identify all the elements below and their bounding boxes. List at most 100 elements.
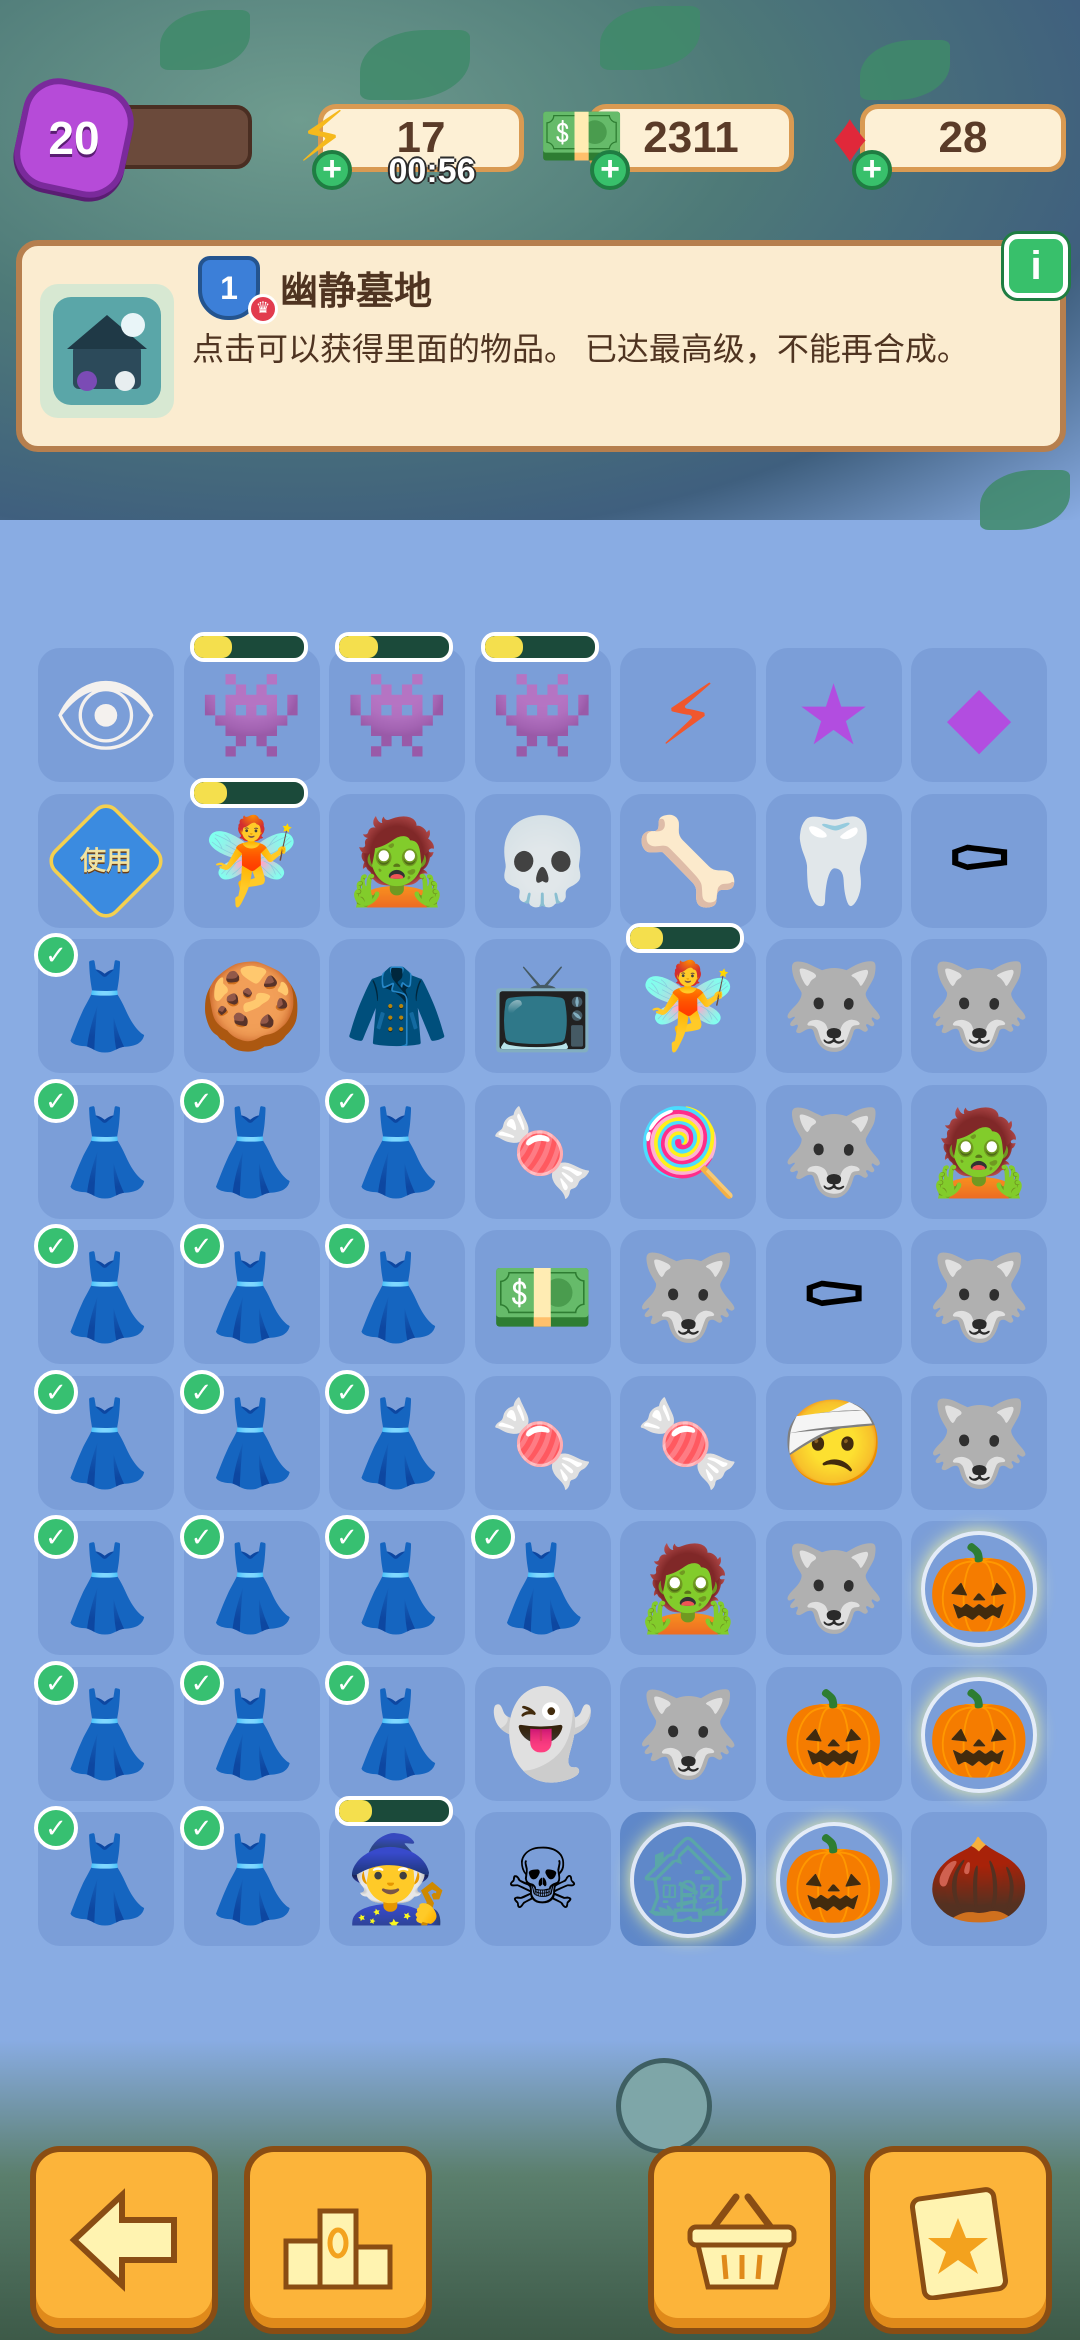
- use-card-icon[interactable]: 使用: [42, 797, 170, 924]
- board-cell[interactable]: ◆: [911, 648, 1047, 782]
- add-energy-plus-icon[interactable]: +: [312, 150, 352, 190]
- skull-lollipop-icon[interactable]: 💀: [481, 799, 605, 923]
- board-cell[interactable]: 🎃: [765, 1666, 902, 1801]
- treat-bowl-icon[interactable]: 🍭: [626, 1090, 750, 1214]
- board-cell[interactable]: 🐺: [911, 939, 1047, 1073]
- board-cell[interactable]: 🎃: [911, 1521, 1047, 1655]
- board-cell[interactable]: 👗 ✓: [179, 1660, 320, 1801]
- werewolf-head-icon[interactable]: 🐺: [917, 1235, 1041, 1359]
- monster-chest-icon[interactable]: 👾: [481, 653, 605, 777]
- board-cell[interactable]: 🦴: [620, 793, 756, 928]
- fairy-girl-icon[interactable]: 🧚: [626, 944, 750, 1068]
- leaderboard-button[interactable]: [244, 2146, 432, 2334]
- board-cell[interactable]: 👗 ✓: [325, 1078, 465, 1219]
- hooded-mummy-icon[interactable]: 🧟: [335, 799, 459, 923]
- purple-star-icon[interactable]: ★: [772, 653, 896, 777]
- candy-bowl-icon[interactable]: 🍬: [481, 1381, 605, 1505]
- board-cell[interactable]: 🧙: [329, 1796, 465, 1946]
- board-cell[interactable]: 🐺: [620, 1666, 756, 1801]
- board-cell[interactable]: 🧚: [183, 777, 320, 928]
- red-hood-girl-icon[interactable]: 🧙: [335, 1817, 459, 1941]
- zombie-head-icon[interactable]: 🧟: [626, 1526, 750, 1650]
- board-cell[interactable]: 🍬: [474, 1375, 611, 1510]
- energy-orb-icon[interactable]: ⚡: [626, 653, 750, 777]
- board-cell[interactable]: ⚡: [620, 648, 756, 782]
- fairy-girl-icon[interactable]: 🧚: [190, 799, 314, 923]
- board-cell[interactable]: 📺: [474, 939, 611, 1073]
- witch-cloak-icon[interactable]: 🧥: [335, 944, 459, 1068]
- board-cell[interactable]: 👗 ✓: [179, 1224, 320, 1364]
- board-cell[interactable]: 👗 ✓: [179, 1078, 320, 1219]
- board-cell[interactable]: 🧟: [911, 1084, 1047, 1219]
- werewolf-head-icon[interactable]: 🐺: [772, 944, 896, 1068]
- board-cell[interactable]: 🎃: [765, 1812, 902, 1946]
- board-cell[interactable]: 👗 ✓: [325, 1660, 465, 1801]
- purple-gem-icon[interactable]: ◆: [917, 653, 1041, 777]
- board-cell[interactable]: 👾: [474, 632, 611, 782]
- board-cell[interactable]: 🐺: [911, 1375, 1047, 1510]
- tasks-button[interactable]: [864, 2146, 1052, 2334]
- werewolf-head-icon[interactable]: 🐺: [772, 1526, 896, 1650]
- werewolf-head-icon[interactable]: 🐺: [626, 1672, 750, 1796]
- tooth-icon[interactable]: 🦷: [772, 799, 896, 923]
- board-cell[interactable]: 🍪: [183, 939, 320, 1073]
- board-cell[interactable]: 👗 ✓: [34, 1078, 174, 1219]
- board-cell[interactable]: 使用: [38, 793, 174, 928]
- hooded-skull-icon[interactable]: ☠: [481, 1817, 605, 1941]
- skeleton-pajamas-icon[interactable]: 🦴: [626, 799, 750, 923]
- board-cell[interactable]: 🦷: [765, 793, 902, 928]
- board-cell[interactable]: ⚰: [765, 1230, 902, 1364]
- board-cell[interactable]: 👗 ✓: [34, 1806, 174, 1946]
- board-cell[interactable]: 🧟: [329, 793, 465, 928]
- werewolf-head-icon[interactable]: 🐺: [917, 944, 1041, 1068]
- board-cell[interactable]: ★: [765, 648, 902, 782]
- board-cell[interactable]: 🐺: [620, 1230, 756, 1364]
- jack-o-lantern-icon[interactable]: 🎃: [772, 1672, 896, 1796]
- werewolf-head-icon[interactable]: 🐺: [917, 1381, 1041, 1505]
- board-cell[interactable]: 💵: [474, 1230, 611, 1364]
- eyeball-icon[interactable]: 👁: [44, 653, 168, 777]
- board-cell[interactable]: 🐺: [765, 939, 902, 1073]
- board-cell[interactable]: 👗 ✓: [34, 933, 174, 1073]
- board-cell[interactable]: 🎃: [911, 1666, 1047, 1801]
- board-cell[interactable]: 🧟: [620, 1521, 756, 1655]
- board-cell[interactable]: 👗 ✓: [179, 1806, 320, 1946]
- board-cell[interactable]: 👗 ✓: [325, 1515, 465, 1655]
- monster-chest-icon[interactable]: 👾: [335, 653, 459, 777]
- board-cell[interactable]: 🐺: [765, 1084, 902, 1219]
- seeds-icon[interactable]: 🌰: [917, 1817, 1041, 1941]
- board-cell[interactable]: 👗 ✓: [34, 1224, 174, 1364]
- info-button[interactable]: i: [1004, 234, 1068, 298]
- purple-coffin-icon[interactable]: ⚰: [772, 1235, 896, 1359]
- board-cell[interactable]: 🧚: [620, 923, 756, 1073]
- board-cell[interactable]: 🍬: [474, 1084, 611, 1219]
- board-cell[interactable]: ☠: [474, 1812, 611, 1946]
- bat-coffin-icon[interactable]: ⚰: [917, 799, 1041, 923]
- board-cell[interactable]: 👾: [183, 632, 320, 782]
- board-cell[interactable]: 👻: [474, 1666, 611, 1801]
- jack-o-lantern-cookie-icon[interactable]: 🍪: [190, 944, 314, 1068]
- rainbow-tv-icon[interactable]: 📺: [481, 944, 605, 1068]
- add-cash-plus-icon[interactable]: +: [590, 150, 630, 190]
- board-cell[interactable]: 💀: [474, 793, 611, 928]
- board-cell[interactable]: 🍬: [620, 1375, 756, 1510]
- shop-basket-button[interactable]: [648, 2146, 836, 2334]
- board-cell[interactable]: 🧥: [329, 939, 465, 1073]
- board-cell[interactable]: 🏚: [620, 1812, 756, 1946]
- board-cell[interactable]: 👗 ✓: [325, 1224, 465, 1364]
- board-cell[interactable]: 👁: [38, 648, 174, 782]
- board-cell[interactable]: 🍭: [620, 1084, 756, 1219]
- board-cell[interactable]: 👗 ✓: [325, 1369, 465, 1510]
- zombie-head-icon[interactable]: 🧟: [917, 1090, 1041, 1214]
- monster-chest-icon[interactable]: 👾: [190, 653, 314, 777]
- cash-stack-icon[interactable]: 💵: [481, 1235, 605, 1359]
- candy-bowl-icon[interactable]: 🍬: [481, 1090, 605, 1214]
- board-cell[interactable]: 🐺: [765, 1521, 902, 1655]
- board-cell[interactable]: 👗 ✓: [34, 1369, 174, 1510]
- add-gems-plus-icon[interactable]: +: [852, 150, 892, 190]
- board-cell[interactable]: 👗 ✓: [34, 1660, 174, 1801]
- mummy-head-icon[interactable]: 🤕: [772, 1381, 896, 1505]
- board-cell[interactable]: 👾: [329, 632, 465, 782]
- ghost-icon[interactable]: 👻: [481, 1672, 605, 1796]
- board-cell[interactable]: 👗 ✓: [179, 1369, 320, 1510]
